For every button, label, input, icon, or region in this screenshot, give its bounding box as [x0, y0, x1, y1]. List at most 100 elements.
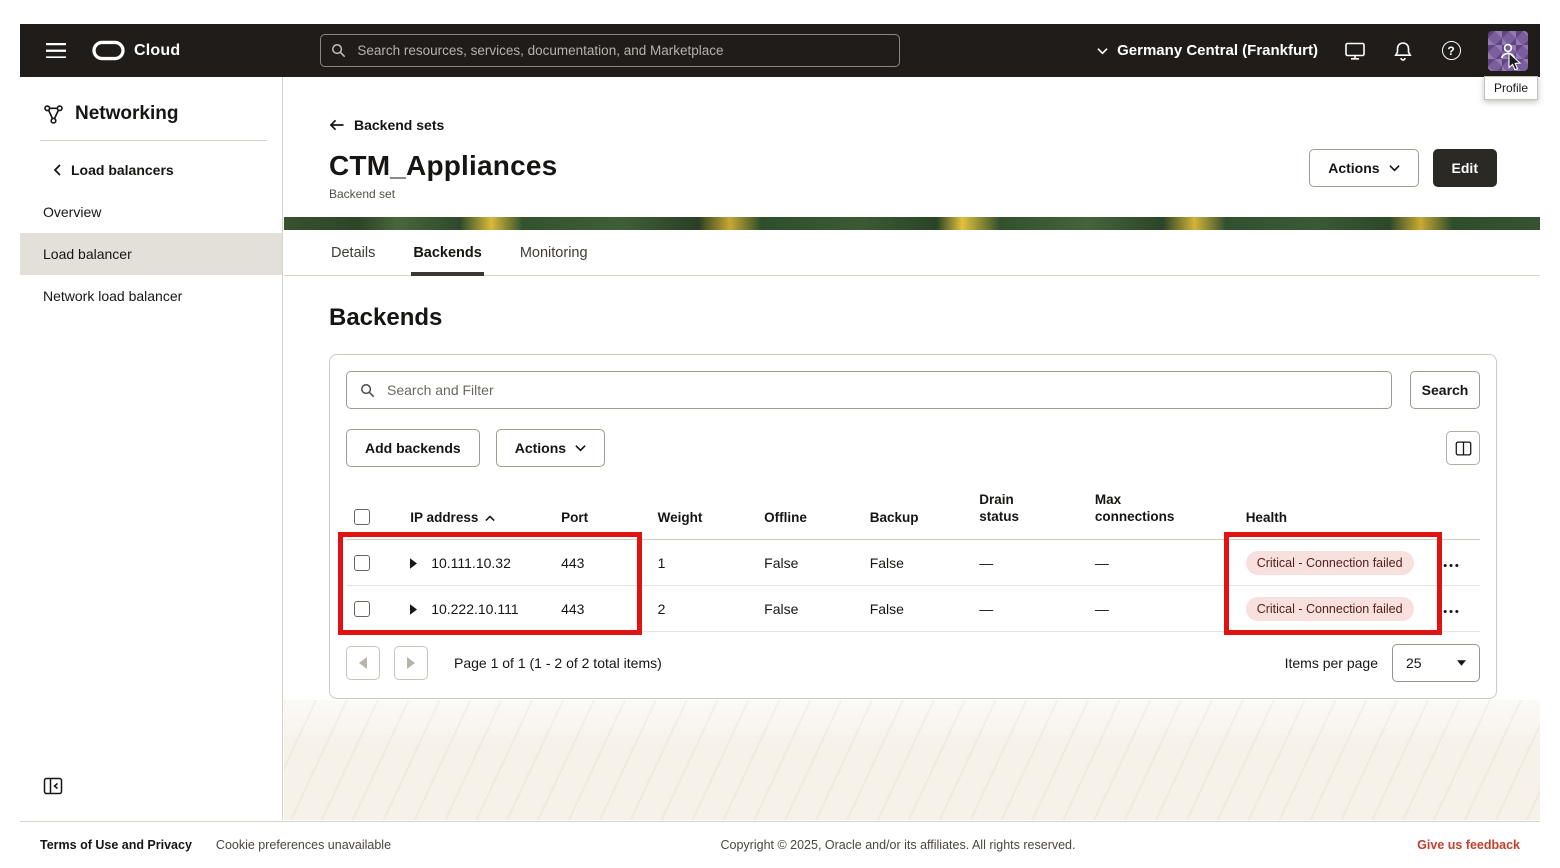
- help-button[interactable]: ?: [1440, 40, 1462, 62]
- collapse-sidebar-button[interactable]: [43, 776, 63, 796]
- row-actions-button[interactable]: [1442, 602, 1460, 617]
- drain-status-value: —: [971, 539, 1087, 586]
- sidebar-title-label: Networking: [75, 103, 179, 124]
- edit-button[interactable]: Edit: [1432, 149, 1497, 187]
- topbar-right: Germany Central (Frankfurt) ?: [1097, 30, 1528, 71]
- column-header-offline[interactable]: Offline: [756, 485, 862, 540]
- tab-label: Details: [331, 245, 376, 261]
- page-title: CTM_Appliances: [329, 150, 558, 181]
- health-status-badge: Critical - Connection failed: [1245, 550, 1414, 575]
- expand-row-icon[interactable]: [410, 557, 418, 569]
- terms-link[interactable]: Terms of Use and Privacy: [40, 838, 192, 852]
- oracle-cloud-logo[interactable]: Cloud: [92, 40, 180, 61]
- backends-table: IP address Port Weight Offline Backup Dr…: [338, 485, 1480, 635]
- table-actions-button[interactable]: Actions: [495, 429, 606, 467]
- sort-ascending-icon: [485, 515, 496, 522]
- main-content: Backend sets CTM_Appliances Backend set …: [284, 77, 1540, 820]
- max-connections-value: —: [1086, 539, 1238, 586]
- region-selector[interactable]: Germany Central (Frankfurt): [1097, 42, 1318, 59]
- chevron-down-icon: [1388, 165, 1400, 172]
- decorative-banner: [284, 217, 1540, 230]
- column-header-backup[interactable]: Backup: [861, 485, 972, 540]
- previous-page-button[interactable]: [346, 646, 380, 680]
- decorative-footer-band: [284, 700, 1540, 820]
- offline-value: False: [756, 539, 862, 586]
- search-icon: [361, 383, 375, 397]
- add-backends-button[interactable]: Add backends: [346, 429, 480, 467]
- select-all-checkbox[interactable]: [354, 509, 370, 525]
- drain-status-value: —: [971, 585, 1087, 632]
- global-search-input[interactable]: [355, 42, 890, 59]
- hamburger-icon: [46, 42, 66, 59]
- sidebar-item-label: Load balancer: [43, 246, 132, 262]
- expand-row-icon[interactable]: [410, 603, 418, 615]
- column-header-drain-status[interactable]: Drain status: [971, 485, 1087, 540]
- networking-icon: [44, 104, 63, 124]
- footer: Terms of Use and Privacy Cookie preferen…: [20, 821, 1540, 868]
- tab-monitoring[interactable]: Monitoring: [518, 236, 590, 276]
- table-row: 10.222.10.111 443 2 False False — — Crit…: [346, 585, 1480, 632]
- arrow-left-icon: [359, 657, 367, 669]
- column-header-ip[interactable]: IP address: [402, 485, 554, 540]
- tab-details[interactable]: Details: [329, 236, 377, 276]
- feedback-link[interactable]: Give us feedback: [1417, 838, 1520, 852]
- offline-value: False: [756, 585, 862, 632]
- arrow-right-icon: [407, 657, 415, 669]
- search-icon: [332, 44, 346, 58]
- row-checkbox[interactable]: [354, 555, 370, 572]
- pagination: Page 1 of 1 (1 - 2 of 2 total items) Ite…: [346, 644, 1480, 682]
- column-header-port[interactable]: Port: [553, 485, 650, 540]
- weight-value: 1: [649, 539, 757, 586]
- ellipsis-icon: [1443, 609, 1459, 613]
- back-link[interactable]: Backend sets: [329, 117, 1540, 133]
- pagination-label: Page 1 of 1 (1 - 2 of 2 total items): [454, 655, 662, 671]
- bell-icon: [1394, 41, 1412, 61]
- brand-label: Cloud: [134, 41, 181, 59]
- arrow-left-icon: [329, 119, 344, 131]
- global-search[interactable]: [320, 34, 901, 67]
- backup-value: False: [861, 539, 972, 586]
- search-button-label: Search: [1421, 382, 1469, 398]
- divider: [40, 140, 267, 141]
- hamburger-menu-button[interactable]: [46, 42, 66, 59]
- mouse-cursor: [1508, 52, 1522, 71]
- notifications-button[interactable]: [1392, 40, 1414, 62]
- monitor-icon: [1345, 42, 1365, 60]
- table-row: 10.111.10.32 443 1 False False — — Criti…: [346, 539, 1480, 586]
- topbar: Cloud Germany Central (Frankfurt) ?: [20, 24, 1540, 77]
- region-label: Germany Central (Frankfurt): [1117, 42, 1318, 59]
- column-preferences-button[interactable]: [1446, 431, 1480, 465]
- row-checkbox[interactable]: [354, 601, 370, 618]
- max-connections-value: —: [1086, 585, 1238, 632]
- backends-card: Search Add backends Actions: [329, 354, 1497, 699]
- next-page-button[interactable]: [394, 646, 428, 680]
- tab-backends[interactable]: Backends: [411, 236, 484, 276]
- filter-search-field[interactable]: [346, 371, 1392, 409]
- sidebar: Networking Load balancers Overview Load …: [20, 77, 283, 820]
- grid-columns-icon: [1455, 440, 1471, 456]
- filter-search-input[interactable]: [385, 381, 1391, 399]
- page-actions-label: Actions: [1328, 160, 1380, 176]
- items-per-page-select[interactable]: 25: [1392, 644, 1480, 682]
- page-actions-button[interactable]: Actions: [1309, 149, 1419, 187]
- oracle-logo-icon: [92, 40, 125, 61]
- tab-label: Backends: [413, 245, 482, 261]
- sidebar-nav: Overview Load balancer Network load bala…: [20, 191, 282, 317]
- cookie-preferences-text: Cookie preferences unavailable: [215, 838, 392, 852]
- tab-bar: Details Backends Monitoring: [284, 236, 1540, 276]
- column-header-max-connections[interactable]: Max connections: [1086, 485, 1238, 540]
- sidebar-item-network-load-balancer[interactable]: Network load balancer: [20, 275, 282, 317]
- page: Cloud Germany Central (Frankfurt) ?: [0, 0, 1560, 868]
- sidebar-back-load-balancers[interactable]: Load balancers: [53, 162, 282, 178]
- cloud-shell-button[interactable]: [1344, 40, 1366, 62]
- search-button[interactable]: Search: [1410, 371, 1480, 409]
- column-header-weight[interactable]: Weight: [649, 485, 757, 540]
- sidebar-item-overview[interactable]: Overview: [20, 191, 282, 233]
- page-header: CTM_Appliances Backend set Actions Edit: [329, 149, 1497, 201]
- sidebar-back-label: Load balancers: [71, 162, 174, 178]
- row-actions-button[interactable]: [1442, 556, 1460, 571]
- column-header-health[interactable]: Health: [1237, 485, 1434, 540]
- port-value: 443: [553, 585, 650, 632]
- page-subtitle: Backend set: [329, 187, 396, 201]
- sidebar-item-load-balancer[interactable]: Load balancer: [20, 233, 282, 275]
